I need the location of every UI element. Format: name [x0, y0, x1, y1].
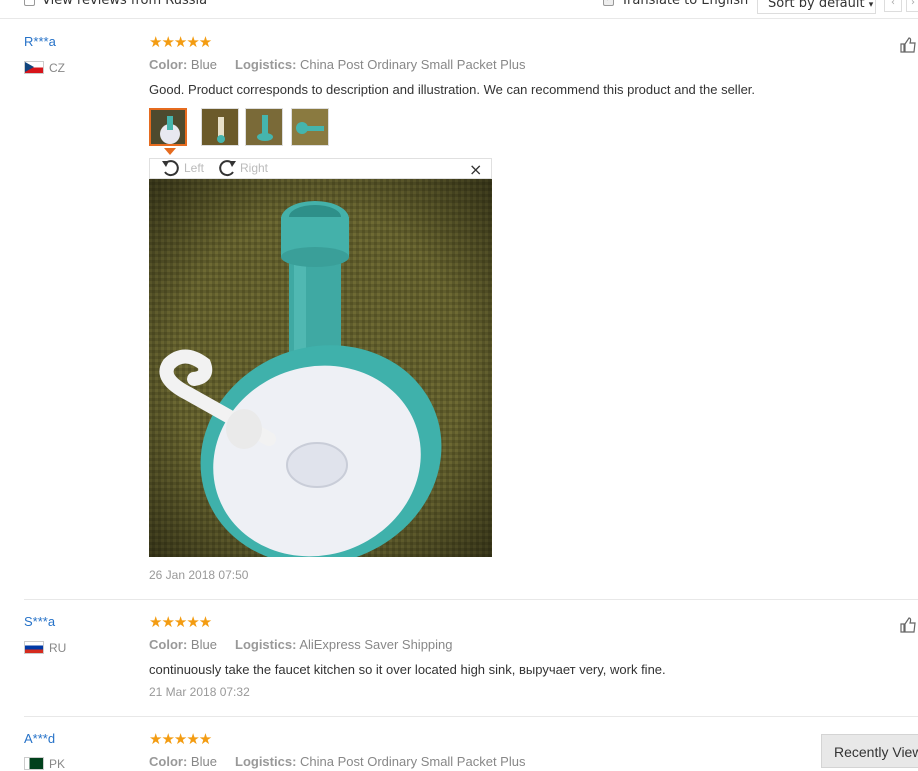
view-reviews-label[interactable]: View reviews from Russia: [42, 0, 207, 8]
color-label: Color:: [149, 637, 188, 652]
rotate-right-label[interactable]: Right: [240, 161, 268, 175]
flag-pk-icon: [24, 757, 44, 770]
rotate-left-label[interactable]: Left: [184, 161, 204, 175]
review-meta: Color: Blue Logistics: China Post Ordina…: [149, 57, 525, 72]
review-date: 26 Jan 2018 07:50: [149, 568, 249, 582]
color-value: Blue: [190, 754, 217, 769]
next-page-button[interactable]: ›: [906, 0, 918, 12]
review-photo-thumbnail[interactable]: [291, 108, 329, 146]
review-photo-thumbnail[interactable]: [245, 108, 283, 146]
view-reviews-checkbox[interactable]: [24, 0, 35, 6]
review-date: 21 Mar 2018 07:32: [149, 685, 250, 699]
prev-page-button[interactable]: ‹: [884, 0, 902, 12]
reviewer-name[interactable]: S***a: [24, 614, 55, 629]
logistics-value: China Post Ordinary Small Packet Plus: [300, 754, 526, 769]
chevron-down-icon: ▾: [868, 0, 874, 10]
color-label: Color:: [149, 57, 188, 72]
translate-label[interactable]: Translate to English: [621, 0, 748, 8]
sort-label: Sort by default: [768, 0, 865, 11]
color-label: Color:: [149, 754, 188, 769]
star-rating: ★★★★★: [149, 613, 212, 631]
sort-dropdown[interactable]: Sort by default ▾: [757, 0, 876, 14]
chevron-left-icon: ‹: [891, 0, 895, 8]
color-value: Blue: [190, 57, 217, 72]
reviewer-country: RU: [49, 641, 67, 655]
review-photo-thumbnail[interactable]: [149, 108, 187, 146]
rotate-left-icon: [162, 160, 179, 177]
thumbs-up-icon[interactable]: [900, 37, 916, 53]
recently-viewed-tab[interactable]: Recently Viewed: [821, 734, 918, 768]
reviewer-name[interactable]: A***d: [24, 731, 55, 746]
review-meta: Color: Blue Logistics: China Post Ordina…: [149, 754, 525, 769]
review-divider: [24, 599, 918, 600]
photo-viewer-toolbar: Left Right ×: [149, 158, 492, 179]
chevron-right-icon: ›: [911, 0, 915, 8]
review-meta: Color: Blue Logistics: AliExpress Saver …: [149, 637, 453, 652]
review-divider: [24, 716, 918, 717]
review-text: Good. Product corresponds to description…: [149, 82, 756, 97]
logistics-label: Logistics:: [235, 754, 297, 769]
active-thumbnail-pointer-icon: [164, 148, 176, 155]
rotate-right-icon: [219, 160, 236, 177]
review-text: continuously take the faucet kitchen so …: [149, 662, 666, 677]
logistics-value: AliExpress Saver Shipping: [299, 637, 453, 652]
flag-ru-icon: [24, 641, 44, 654]
translate-checkbox[interactable]: [603, 0, 614, 6]
star-rating: ★★★★★: [149, 730, 212, 748]
reviewer-name[interactable]: R***a: [24, 34, 56, 49]
close-icon[interactable]: ×: [469, 160, 482, 179]
thumbs-up-icon[interactable]: [900, 617, 916, 633]
review-photo-thumbnail[interactable]: [201, 108, 239, 146]
flag-cz-icon: [24, 61, 44, 74]
reviewer-country: PK: [49, 757, 66, 771]
color-value: Blue: [190, 637, 217, 652]
review-filter-bar: View reviews from Russia Translate to En…: [0, 0, 918, 19]
reviewer-country: CZ: [49, 61, 65, 75]
logistics-label: Logistics:: [235, 637, 297, 652]
logistics-label: Logistics:: [235, 57, 297, 72]
logistics-value: China Post Ordinary Small Packet Plus: [300, 57, 526, 72]
star-rating: ★★★★★: [149, 33, 212, 51]
review-photo-large[interactable]: [149, 179, 492, 557]
